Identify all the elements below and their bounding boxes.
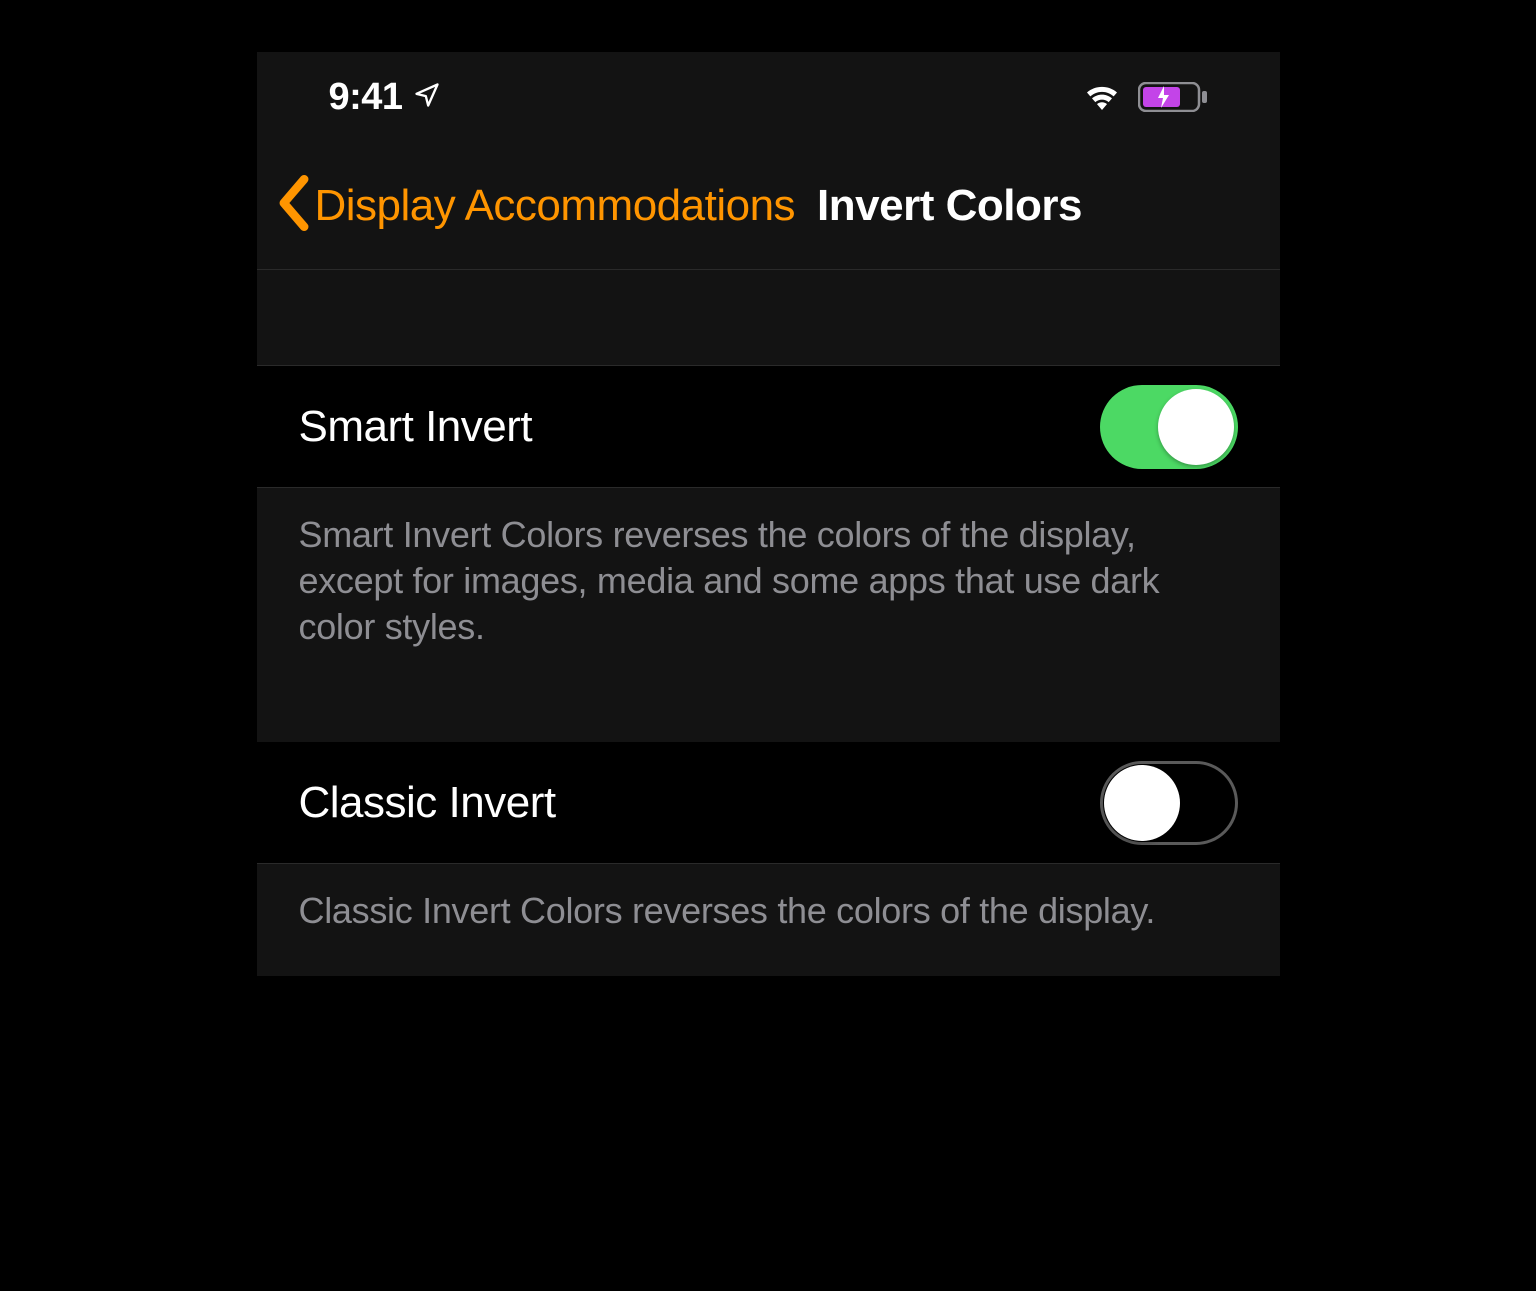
status-bar-right	[1082, 80, 1208, 115]
back-button[interactable]: Display Accommodations	[277, 174, 796, 237]
classic-invert-toggle[interactable]	[1100, 761, 1238, 845]
classic-invert-row: Classic Invert	[257, 742, 1280, 864]
settings-content: Smart Invert Smart Invert Colors reverse…	[257, 270, 1280, 976]
battery-icon	[1138, 82, 1208, 112]
smart-invert-row: Smart Invert	[257, 366, 1280, 488]
back-button-label: Display Accommodations	[315, 181, 796, 231]
location-icon	[413, 81, 441, 114]
smart-invert-toggle[interactable]	[1100, 385, 1238, 469]
chevron-left-icon	[277, 174, 311, 237]
section-spacer	[257, 270, 1280, 366]
status-bar: 9:41	[257, 52, 1280, 142]
classic-invert-description: Classic Invert Colors reverses the color…	[257, 864, 1280, 976]
toggle-knob	[1104, 765, 1180, 841]
toggle-knob	[1158, 389, 1234, 465]
section-gap	[257, 692, 1280, 742]
smart-invert-description: Smart Invert Colors reverses the colors …	[257, 488, 1280, 692]
smart-invert-label: Smart Invert	[299, 402, 533, 452]
wifi-icon	[1082, 80, 1122, 115]
page-title: Invert Colors	[817, 181, 1082, 231]
status-bar-left: 9:41	[329, 76, 441, 119]
status-time: 9:41	[329, 76, 403, 119]
navigation-bar: Display Accommodations Invert Colors	[257, 142, 1280, 270]
classic-invert-label: Classic Invert	[299, 778, 556, 828]
settings-screen: 9:41	[257, 52, 1280, 976]
